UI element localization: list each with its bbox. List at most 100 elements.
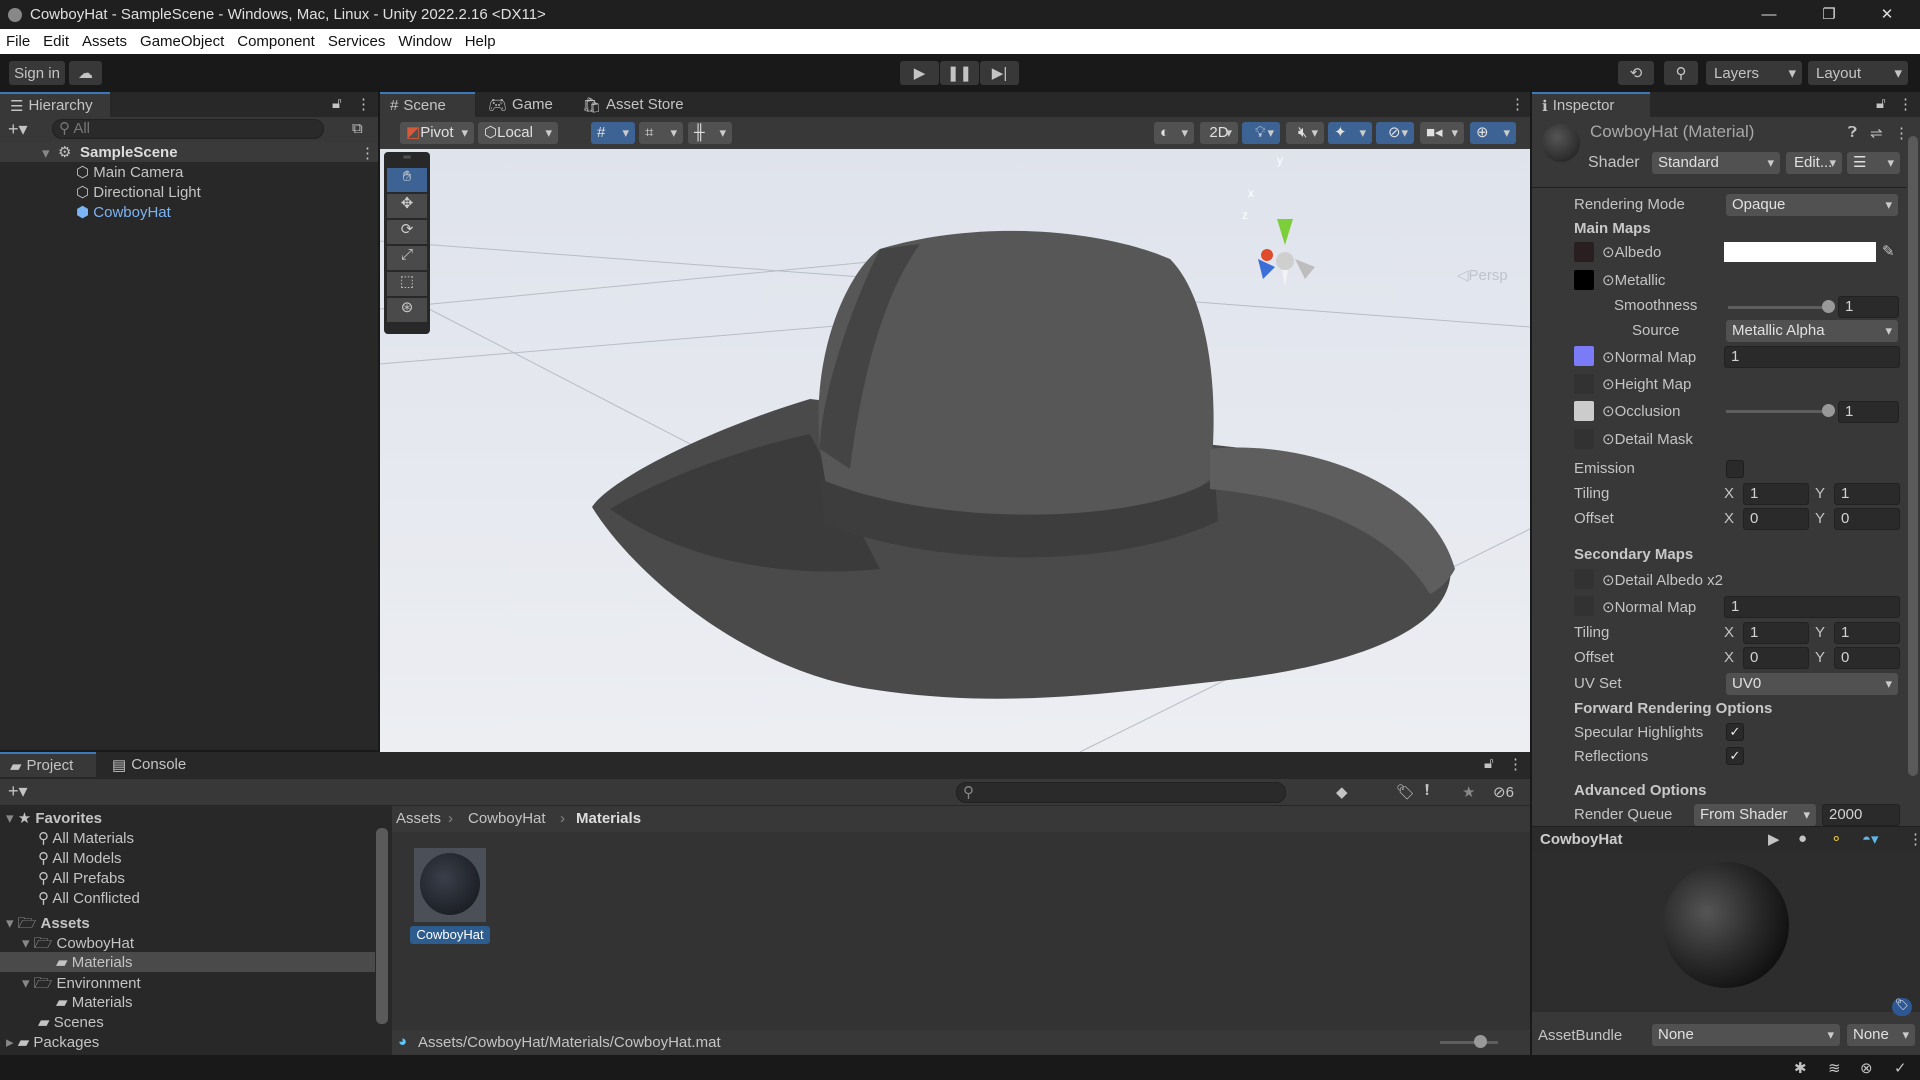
audio-toggle[interactable]: 🔇︎ bbox=[1286, 122, 1324, 144]
secondary-offset-y-input[interactable]: 0 bbox=[1834, 647, 1900, 669]
folder-item[interactable]: ▰ Scenes bbox=[38, 1013, 104, 1031]
debug-bug-icon[interactable]: ✱ bbox=[1794, 1059, 1807, 1077]
favorite-star-icon[interactable]: ★ bbox=[1462, 783, 1475, 801]
label-filter-icon[interactable]: 🏷︎ bbox=[1396, 783, 1415, 801]
auto-generate-lighting-icon[interactable]: ⊗ bbox=[1860, 1059, 1873, 1077]
menu-gameobject[interactable]: GameObject bbox=[140, 33, 224, 50]
occlusion-slider[interactable] bbox=[1726, 410, 1828, 413]
preview-shape-icon[interactable]: ◓▾ bbox=[1862, 830, 1879, 848]
scale-tool-button[interactable]: ⤢ bbox=[387, 246, 427, 270]
close-button[interactable]: ✕ bbox=[1864, 0, 1910, 29]
lighting-toggle[interactable]: 💡︎ bbox=[1242, 122, 1280, 144]
gizmos-dropdown[interactable]: ⊕ bbox=[1470, 122, 1516, 144]
menu-edit[interactable]: Edit bbox=[43, 33, 69, 50]
menu-file[interactable]: File bbox=[6, 33, 30, 50]
inspector-scrollbar[interactable] bbox=[1908, 122, 1918, 822]
menu-component[interactable]: Component bbox=[237, 33, 315, 50]
transform-tool-button[interactable]: ⊛ bbox=[387, 298, 427, 322]
object-picker-icon[interactable]: ⊙ bbox=[1602, 403, 1615, 420]
assetbundle-variant-dropdown[interactable]: None bbox=[1847, 1024, 1915, 1046]
normal-scale-input[interactable]: 1 bbox=[1724, 346, 1900, 368]
height-map-texture-slot[interactable] bbox=[1574, 374, 1594, 394]
specular-highlights-checkbox[interactable]: ✓ bbox=[1726, 723, 1744, 741]
tab-project[interactable]: ▰ Project bbox=[0, 752, 96, 777]
local-dropdown[interactable]: ⬡Local bbox=[478, 122, 558, 144]
cache-server-icon[interactable]: ≋ bbox=[1828, 1059, 1841, 1077]
toggle-2d-button[interactable]: 2D bbox=[1200, 122, 1238, 144]
hierarchy-item-selected[interactable]: ⬢ CowboyHat bbox=[76, 203, 171, 221]
object-picker-icon[interactable]: ⊙ bbox=[1602, 376, 1615, 393]
log-filter-icon[interactable]: ❗︎ bbox=[1425, 782, 1429, 799]
object-picker-icon[interactable]: ⊙ bbox=[1602, 349, 1615, 366]
grid-snap-toggle[interactable]: # bbox=[591, 122, 635, 144]
pivot-dropdown[interactable]: ◩Pivot bbox=[400, 122, 474, 144]
more-icon[interactable]: ⋮ bbox=[1898, 95, 1913, 113]
camera-dropdown[interactable]: ■◂ bbox=[1420, 122, 1464, 144]
minimize-button[interactable]: — bbox=[1746, 0, 1792, 29]
object-picker-icon[interactable]: ⊙ bbox=[1602, 599, 1615, 616]
edit-shader-button[interactable]: Edit... bbox=[1786, 152, 1842, 174]
add-icon[interactable]: +▾ bbox=[8, 781, 28, 802]
secondary-normal-scale-input[interactable]: 1 bbox=[1724, 596, 1900, 618]
scrollbar-thumb[interactable] bbox=[376, 828, 388, 1024]
hidden-packages-toggle[interactable]: ⊘6 bbox=[1493, 783, 1514, 801]
mesh-sphere-icon[interactable]: ● bbox=[1798, 830, 1807, 847]
rendering-mode-dropdown[interactable]: Opaque bbox=[1726, 194, 1898, 216]
more-icon[interactable]: ⋮ bbox=[1510, 95, 1525, 113]
occlusion-slider-knob[interactable] bbox=[1822, 404, 1835, 417]
breadcrumb-cowboyhat[interactable]: CowboyHat bbox=[468, 810, 546, 827]
material-preview[interactable] bbox=[1532, 852, 1920, 1012]
effects-dropdown[interactable]: ✦ bbox=[1328, 122, 1372, 144]
shader-options-dropdown[interactable]: ☰ bbox=[1847, 152, 1900, 174]
secondary-tiling-y-input[interactable]: 1 bbox=[1834, 622, 1900, 644]
asset-name-label[interactable]: CowboyHat bbox=[410, 926, 490, 944]
draw-mode-dropdown[interactable]: ◐ bbox=[1154, 122, 1194, 144]
drag-handle-icon[interactable]: ═ bbox=[384, 152, 430, 166]
favorites-header[interactable]: ▾ ★ Favorites bbox=[6, 809, 102, 827]
filter-type-icon[interactable]: ◆ bbox=[1336, 783, 1348, 801]
play-button[interactable]: ▶ bbox=[900, 61, 939, 85]
more-icon[interactable]: ⋮ bbox=[1508, 755, 1523, 773]
layers-dropdown[interactable]: Layers ▾ bbox=[1706, 61, 1802, 85]
more-icon[interactable]: ⋮ bbox=[360, 144, 375, 162]
occlusion-texture-slot[interactable] bbox=[1574, 401, 1594, 421]
tab-asset-store[interactable]: 🛍︎ Asset Store bbox=[572, 92, 694, 117]
smoothness-slider-knob[interactable] bbox=[1822, 300, 1835, 313]
project-tree-scrollbar[interactable] bbox=[376, 810, 388, 1050]
folder-item[interactable]: ▰ Materials bbox=[56, 993, 133, 1011]
detail-albedo-texture-slot[interactable] bbox=[1574, 569, 1594, 589]
shader-dropdown[interactable]: Standard bbox=[1652, 152, 1780, 174]
smoothness-slider[interactable] bbox=[1728, 306, 1828, 309]
add-icon[interactable]: +▾ bbox=[8, 119, 28, 140]
help-icon[interactable]: ❓︎ bbox=[1848, 124, 1857, 141]
tab-game[interactable]: 🎮︎ Game bbox=[478, 92, 563, 117]
scene-viewport[interactable]: y x z ◁Persp ═ ✋︎ ✥ ⟳ ⤢ ⬚ ⊛ bbox=[380, 149, 1530, 752]
visibility-toggle[interactable]: ⊘ bbox=[1376, 122, 1414, 144]
ruler-button[interactable]: ╫ bbox=[688, 122, 732, 144]
folder-item[interactable]: ▸ ▰ Packages bbox=[6, 1033, 99, 1051]
tiling-x-input[interactable]: 1 bbox=[1743, 483, 1809, 505]
step-button[interactable]: ▶| bbox=[980, 61, 1019, 85]
tab-hierarchy[interactable]: ☰ Hierarchy bbox=[0, 92, 110, 117]
hierarchy-item[interactable]: ⬡ Directional Light bbox=[76, 183, 201, 201]
rotate-tool-button[interactable]: ⟳ bbox=[387, 220, 427, 244]
menu-services[interactable]: Services bbox=[328, 33, 386, 50]
albedo-color-field[interactable] bbox=[1724, 242, 1876, 262]
metallic-texture-slot[interactable] bbox=[1574, 270, 1594, 290]
offset-x-input[interactable]: 0 bbox=[1743, 508, 1809, 530]
tab-console[interactable]: ▤ Console bbox=[102, 752, 196, 777]
breadcrumb-assets[interactable]: Assets bbox=[396, 810, 441, 827]
detail-mask-texture-slot[interactable] bbox=[1574, 429, 1594, 449]
scene-header-row[interactable]: ▾ ⚙ SampleScene ⋮ bbox=[0, 142, 378, 162]
albedo-texture-slot[interactable] bbox=[1574, 242, 1594, 262]
play-preview-icon[interactable]: ▶ bbox=[1768, 830, 1780, 848]
tab-inspector[interactable]: ℹ Inspector bbox=[1532, 92, 1650, 117]
preset-icon[interactable]: ⇌ bbox=[1870, 124, 1883, 142]
source-dropdown[interactable]: Metallic Alpha bbox=[1726, 320, 1898, 342]
object-picker-icon[interactable]: ⊙ bbox=[1602, 431, 1615, 448]
menu-assets[interactable]: Assets bbox=[82, 33, 127, 50]
favorite-item[interactable]: ⚲ All Materials bbox=[38, 829, 134, 847]
cloud-button[interactable]: ☁ bbox=[69, 61, 102, 85]
progress-check-icon[interactable]: ✓ bbox=[1894, 1059, 1907, 1077]
sign-in-button[interactable]: Sign in bbox=[9, 61, 65, 85]
